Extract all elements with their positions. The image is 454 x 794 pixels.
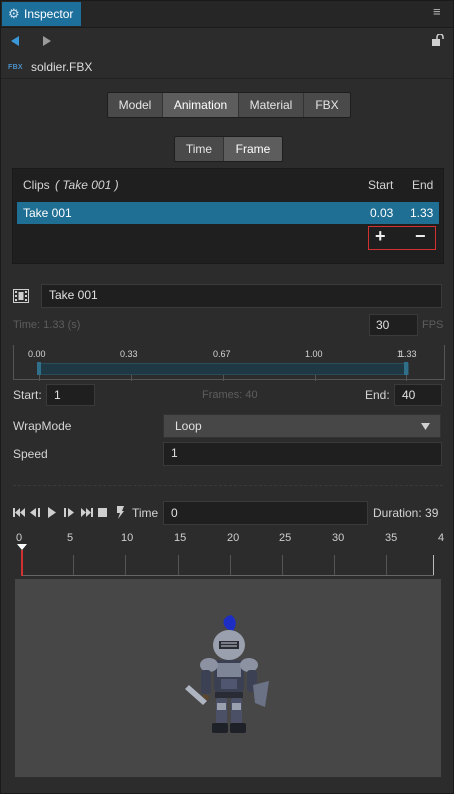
time-seconds-label: Time: 1.33 (s) [13, 319, 81, 331]
start-frame-field[interactable]: 1 [46, 384, 95, 406]
frames-count-label: Frames: 40 [202, 389, 258, 401]
timeline-tick-label: 20 [227, 532, 240, 544]
range-tick [39, 375, 40, 381]
timeline-tick [230, 555, 231, 575]
inspector-tab-label: Inspector [24, 7, 74, 21]
time-field[interactable]: 0 [163, 501, 368, 525]
main-tabs: Model Animation Material FBX [107, 92, 351, 118]
soldier-model-preview [185, 615, 269, 733]
chevron-down-icon [421, 423, 430, 430]
range-tick-label: 0.33 [120, 349, 138, 359]
tab-model[interactable]: Model [108, 93, 163, 117]
timeline-tick [386, 555, 387, 575]
asset-name: soldier.FBX [31, 60, 93, 74]
playhead-marker[interactable] [17, 544, 27, 576]
timeline-tick-label: 30 [332, 532, 345, 544]
timeline-tick [125, 555, 126, 575]
end-frame-field[interactable]: 40 [394, 384, 442, 406]
timeline-tick-label: 35 [385, 532, 398, 544]
tab-frame[interactable]: Frame [224, 137, 282, 161]
step-back-icon[interactable] [30, 508, 40, 517]
timeline-tick-label: 15 [174, 532, 187, 544]
forward-arrow-icon[interactable] [43, 36, 51, 46]
range-tick-label: 1.00 [305, 349, 323, 359]
film-clip-icon [13, 289, 29, 303]
title-bar: ⚙ Inspector ≡ [1, 1, 453, 28]
add-clip-button[interactable]: + [375, 226, 386, 247]
speed-label: Speed [13, 447, 48, 461]
timeline-tick-label: 0 [16, 532, 23, 544]
range-tick-label: 0.00 [28, 349, 46, 359]
clips-header-subtitle: ( Take 001 ) [55, 178, 119, 192]
add-remove-highlight: + − [368, 226, 436, 250]
timeline-tick [73, 555, 74, 575]
timeline-tick-label: 4 [438, 532, 445, 544]
range-tick [315, 375, 316, 381]
clips-header-end: End [412, 178, 434, 192]
range-slider-start-handle[interactable] [37, 362, 41, 375]
clips-header-title: Clips [23, 178, 50, 192]
range-tick-label: 0.67 [213, 349, 231, 359]
range-tick [406, 375, 407, 381]
asset-row: FBX soldier.FBX [1, 56, 453, 79]
back-arrow-icon[interactable] [11, 36, 19, 46]
tab-time[interactable]: Time [175, 137, 224, 161]
wrapmode-select[interactable]: Loop [163, 414, 441, 438]
duration-label: Duration: 39 [373, 506, 439, 520]
fps-label: FPS [422, 319, 444, 331]
timeline-tick-label: 25 [279, 532, 292, 544]
play-icon[interactable] [48, 507, 56, 518]
wrapmode-value: Loop [175, 419, 202, 433]
time-label: Time [132, 506, 159, 520]
inspector-tab[interactable]: ⚙ Inspector [2, 2, 81, 26]
timeline-ruler[interactable] [21, 547, 434, 576]
timeline-tick-label: 10 [121, 532, 134, 544]
clip-end: 1.33 [410, 206, 434, 220]
clip-start: 0.03 [370, 206, 394, 220]
timeline-tick [178, 555, 179, 575]
clip-name-field[interactable]: Take 001 [41, 284, 442, 308]
remove-clip-button[interactable]: − [415, 226, 426, 247]
section-divider [13, 485, 443, 486]
timeline-tick [433, 555, 434, 575]
event-marker-icon[interactable] [116, 506, 125, 519]
inspector-panel: ⚙ Inspector ≡ FBX soldier.FBX Model Anim… [0, 0, 454, 794]
range-tick-label-overlap: 1. [397, 349, 405, 359]
tab-material[interactable]: Material [239, 93, 304, 117]
panel-menu-icon[interactable]: ≡ [433, 5, 445, 18]
fps-field[interactable]: 30 [369, 314, 418, 336]
gear-icon: ⚙ [8, 6, 20, 21]
nav-row [1, 28, 453, 54]
timeline-baseline [21, 575, 434, 576]
end-label: End: [365, 388, 390, 402]
timeline-tick [334, 555, 335, 575]
unlock-icon[interactable] [431, 34, 444, 46]
clip-row[interactable]: Take 001 0.03 1.33 [17, 202, 439, 224]
range-slider-end-handle[interactable] [404, 362, 408, 375]
skip-to-start-icon[interactable] [13, 508, 25, 517]
timeline-tick [282, 555, 283, 575]
range-slider-track[interactable] [39, 363, 409, 375]
speed-field[interactable]: 1 [163, 442, 442, 466]
model-preview-viewport[interactable] [15, 579, 441, 777]
tab-fbx[interactable]: FBX [304, 93, 350, 117]
clip-name: Take 001 [23, 206, 72, 220]
start-label: Start: [13, 388, 42, 402]
wrapmode-label: WrapMode [13, 419, 72, 433]
skip-to-end-icon[interactable] [81, 508, 93, 517]
step-forward-icon[interactable] [64, 508, 74, 517]
timeline-tick-label: 5 [67, 532, 74, 544]
tab-animation[interactable]: Animation [163, 93, 239, 117]
range-tick [223, 375, 224, 381]
clips-header-start: Start [368, 178, 394, 192]
range-tick [131, 375, 132, 381]
stop-icon[interactable] [98, 508, 107, 517]
clips-panel: Clips ( Take 001 ) Start End Take 001 0.… [12, 168, 444, 264]
fbx-file-icon: FBX [8, 64, 23, 71]
mode-tabs: Time Frame [174, 136, 283, 162]
